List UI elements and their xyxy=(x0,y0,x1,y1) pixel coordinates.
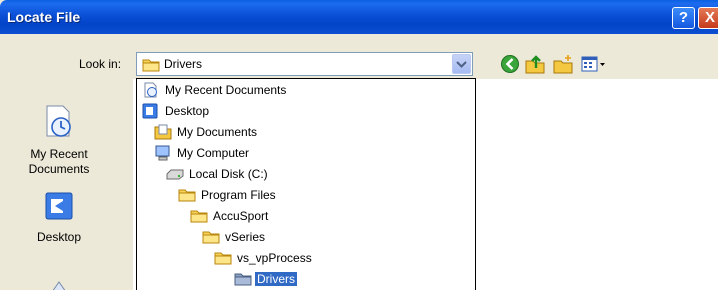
places-recent-documents[interactable]: My Recent Documents xyxy=(14,104,104,177)
folder-icon xyxy=(178,187,196,203)
help-button[interactable]: ? xyxy=(672,7,695,29)
new-folder-icon[interactable] xyxy=(552,53,574,75)
title-bar[interactable]: Locate File ? X xyxy=(0,0,718,34)
recent-docs-icon xyxy=(14,104,104,144)
dropdown-item-accusport[interactable]: AccuSport xyxy=(190,206,270,226)
chevron-down-icon[interactable] xyxy=(452,54,471,74)
dropdown-item-vseries[interactable]: vSeries xyxy=(202,227,267,247)
recent-docs-icon xyxy=(142,82,160,98)
my-documents-icon xyxy=(154,124,172,140)
window-title: Locate File xyxy=(7,9,81,25)
places-label-line1: My Recent xyxy=(30,147,88,161)
look-in-value: Drivers xyxy=(164,57,202,71)
close-button[interactable]: X xyxy=(698,7,718,29)
my-computer-icon xyxy=(154,145,172,161)
look-in-dropdown-list: My Recent Documents Desktop My Documents… xyxy=(136,78,476,290)
dropdown-item-desktop[interactable]: Desktop xyxy=(142,101,211,121)
desktop-icon xyxy=(14,191,104,227)
dropdown-item-recent-documents[interactable]: My Recent Documents xyxy=(142,80,288,100)
folder-icon xyxy=(190,208,208,224)
open-folder-icon xyxy=(234,271,252,287)
places-label-line2: Documents xyxy=(28,162,90,176)
dropdown-item-my-computer[interactable]: My Computer xyxy=(154,143,251,163)
dropdown-item-my-documents[interactable]: My Documents xyxy=(154,122,259,142)
folder-icon xyxy=(142,57,160,75)
dropdown-item-vs-vpprocess[interactable]: vs_vpProcess xyxy=(214,248,314,268)
up-folder-icon[interactable] xyxy=(524,53,546,75)
desktop-icon xyxy=(142,103,160,119)
dropdown-item-program-files[interactable]: Program Files xyxy=(178,185,278,205)
views-menu-icon[interactable] xyxy=(580,53,608,75)
places-desktop[interactable]: Desktop xyxy=(14,191,104,245)
look-in-combobox[interactable]: Drivers xyxy=(136,52,473,76)
folder-icon xyxy=(214,250,232,266)
look-in-label: Look in: xyxy=(79,57,122,71)
folder-icon xyxy=(202,229,220,245)
dropdown-item-local-disk[interactable]: Local Disk (C:) xyxy=(166,164,270,184)
disk-icon xyxy=(166,166,184,182)
my-documents-icon xyxy=(14,280,104,290)
places-label-line1: Desktop xyxy=(36,230,82,244)
places-my-documents[interactable] xyxy=(14,280,104,290)
dropdown-item-drivers[interactable]: Drivers xyxy=(234,269,297,289)
back-icon[interactable] xyxy=(499,53,521,75)
